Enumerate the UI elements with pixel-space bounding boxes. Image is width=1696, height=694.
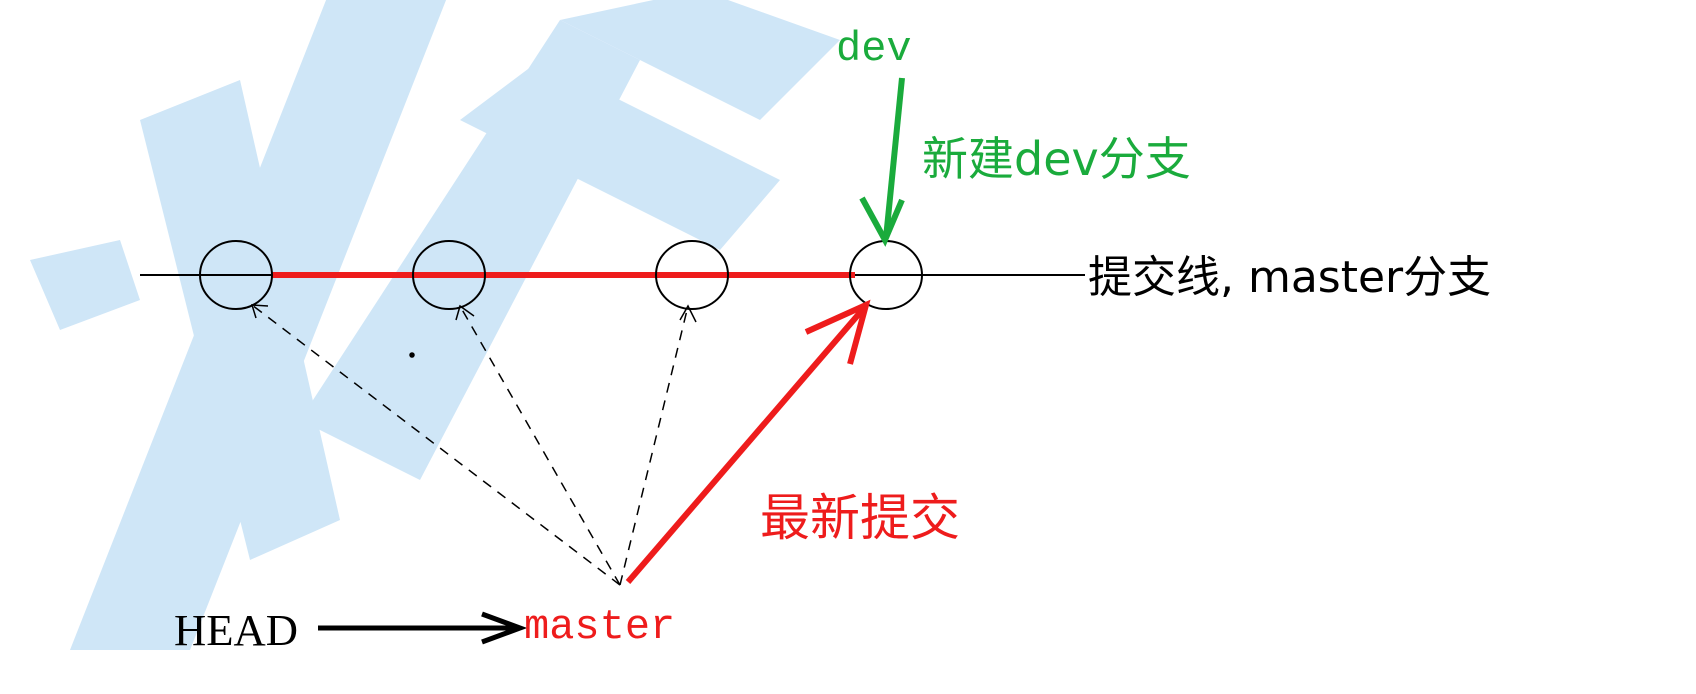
watermark-stroke: [30, 240, 140, 330]
commit-line-label: 提交线, master分支: [1088, 252, 1491, 303]
git-branch-diagram: dev 新建dev分支 提交线, master分支 最新提交 HEAD mast…: [0, 0, 1696, 694]
watermark: [30, 0, 840, 650]
latest-commit-label: 最新提交: [760, 489, 960, 547]
dev-pointer: [859, 77, 905, 247]
dev-branch-label: dev: [836, 25, 912, 73]
diagram-canvas: dev 新建dev分支 提交线, master分支 最新提交 HEAD mast…: [30, 0, 1491, 655]
head-pointer: [318, 611, 528, 645]
head-label: HEAD: [174, 606, 298, 655]
dev-pointer-head: [859, 196, 905, 247]
history-pointer: [459, 305, 621, 586]
master-branch-label: master: [524, 603, 675, 651]
stray-dot: [409, 352, 415, 358]
new-dev-branch-label: 新建dev分支: [922, 132, 1191, 186]
history-pointer: [619, 305, 689, 586]
